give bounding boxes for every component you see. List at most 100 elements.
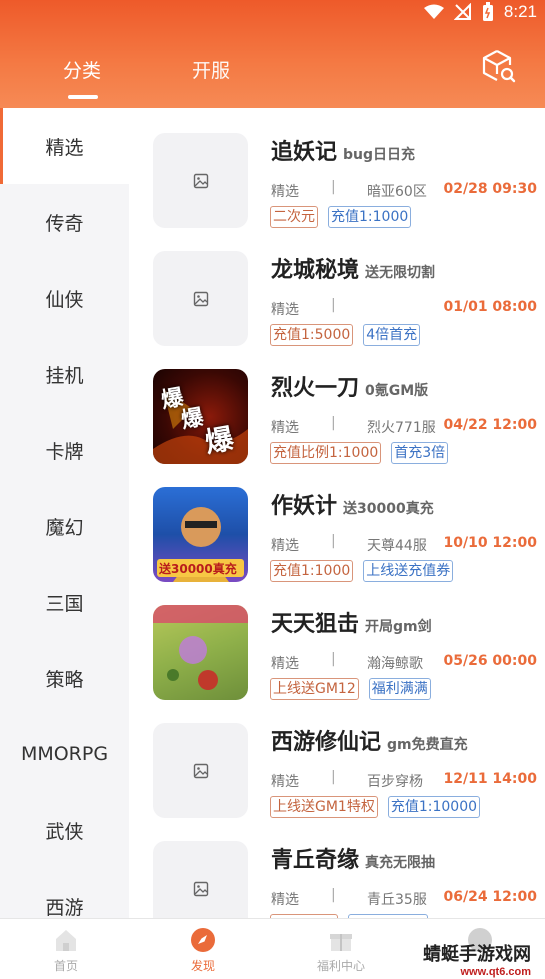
game-name: 天天狙击: [271, 612, 360, 637]
nav-discover[interactable]: 发现: [163, 927, 243, 974]
game-server: 青丘35服: [367, 892, 427, 908]
tag: 上线送GM1特权: [270, 796, 378, 818]
game-subtitle: gm免费直充: [387, 737, 468, 753]
game-category: 精选: [271, 774, 299, 790]
game-thumbnail: 爆 爆 爆: [153, 369, 248, 464]
sidebar-item-legend[interactable]: 传奇: [0, 184, 129, 260]
open-time: 02/28 09:30: [443, 181, 537, 197]
game-server: 暗亚60区: [367, 184, 427, 200]
sidebar-item-three-kingdoms[interactable]: 三国: [0, 564, 129, 640]
game-subtitle: 开局gm剑: [365, 619, 432, 635]
game-thumbnail: [153, 251, 248, 346]
game-search-icon[interactable]: [481, 48, 517, 84]
nav-home[interactable]: 首页: [26, 927, 106, 974]
status-time: 8:21: [503, 2, 537, 21]
sidebar-item-label: 三国: [45, 592, 84, 615]
open-time: 05/26 00:00: [443, 653, 537, 669]
tab-category[interactable]: 分类: [63, 56, 101, 83]
game-title: 青丘奇缘 真充无限抽: [271, 842, 435, 874]
game-item[interactable]: 追妖记 bug日日充 精选 | 暗亚60区 02/28 09:30 二次元 充值1…: [129, 108, 545, 228]
sidebar-item-strategy[interactable]: 策略: [0, 640, 129, 716]
game-title: 西游修仙记 gm免费直充: [271, 724, 468, 756]
tag: 充值1:1000: [328, 206, 412, 228]
game-item[interactable]: 青丘奇缘 真充无限抽 精选 | 青丘35服 06/24 12:00: [129, 816, 545, 918]
tag-group: 充值1:1000 上线送充值券: [270, 560, 454, 582]
game-name: 龙城秘境: [271, 258, 360, 283]
game-item[interactable]: 天天狙击 开局gm剑 精选 | 瀚海鲸歌 05/26 00:00 上线送GM12 …: [129, 580, 545, 700]
game-category: 精选: [271, 538, 299, 554]
tag-group: 二次元 充值1:1000: [270, 206, 412, 228]
nav-label: 发现: [190, 959, 215, 973]
game-subtitle: 送无限切割: [365, 265, 436, 281]
divider: |: [331, 533, 336, 549]
sidebar-item-label: 挂机: [45, 364, 84, 387]
game-subtitle: 真充无限抽: [365, 855, 436, 871]
tag: 首充3倍: [391, 442, 449, 464]
game-category: 精选: [271, 656, 299, 672]
nav-welfare-center[interactable]: 福利中心: [301, 927, 381, 974]
game-thumbnail: [153, 133, 248, 228]
sidebar-item-label: MMORPG: [20, 743, 109, 765]
game-name: 青丘奇缘: [271, 848, 360, 873]
game-thumbnail: [153, 723, 248, 818]
sidebar-item-idle[interactable]: 挂机: [0, 336, 129, 412]
tag: 充值比例1:1000: [270, 442, 382, 464]
sidebar-item-xianxia[interactable]: 仙侠: [0, 260, 129, 336]
image-placeholder-icon: [193, 763, 208, 778]
game-category: 精选: [271, 420, 299, 436]
game-server: 百步穿杨: [367, 774, 423, 790]
open-time: 04/22 12:00: [443, 417, 537, 433]
sidebar-item-card[interactable]: 卡牌: [0, 412, 129, 488]
game-title: 烈火一刀 0氪GM版: [271, 370, 428, 402]
game-category: 精选: [271, 892, 299, 908]
game-item[interactable]: 送30000真充 作妖计 送30000真充 精选 | 天尊44服 10/10 12…: [129, 462, 545, 582]
divider: |: [331, 297, 336, 313]
tag-group: 上线送GM1特权 充值1:10000: [270, 796, 481, 818]
divider: |: [331, 651, 336, 667]
game-subtitle: 送30000真充: [343, 501, 434, 517]
image-placeholder-icon: [193, 173, 208, 188]
tag-group: 充值1:5000 4倍首充: [270, 324, 421, 346]
tab-server-open[interactable]: 开服: [192, 56, 230, 83]
watermark: 蜻蜓手游戏网 www.qt6.com: [423, 940, 531, 978]
nav-label: 首页: [53, 959, 78, 973]
game-title: 天天狙击 开局gm剑: [271, 606, 432, 638]
watermark-url: www.qt6.com: [460, 966, 532, 978]
game-item[interactable]: 西游修仙记 gm免费直充 精选 | 百步穿杨 12/11 14:00 上线送GM1…: [129, 698, 545, 818]
open-time: 10/10 12:00: [443, 535, 537, 551]
game-name: 西游修仙记: [271, 730, 382, 755]
sidebar-item-featured[interactable]: 精选: [0, 108, 129, 184]
open-time: 12/11 14:00: [443, 771, 537, 787]
sidebar-item-label: 仙侠: [45, 288, 84, 311]
game-category: 精选: [271, 302, 299, 318]
tag: 福利满满: [368, 678, 431, 700]
tag: 上线送充值券: [363, 560, 454, 582]
sidebar-item-label: 策略: [45, 668, 84, 691]
game-title: 追妖记 bug日日充: [271, 134, 415, 166]
sidebar-item-journey-west[interactable]: 西游: [0, 868, 129, 919]
tag-group: 充值比例1:1000 首充3倍: [270, 442, 449, 464]
image-placeholder-icon: [193, 291, 208, 306]
open-time: 01/01 08:00: [443, 299, 537, 315]
open-time: 06/24 12:00: [443, 889, 537, 905]
sidebar-item-fantasy[interactable]: 魔幻: [0, 488, 129, 564]
tag: 上线送GM12: [270, 678, 359, 700]
game-thumbnail: 送30000真充: [153, 487, 248, 582]
sidebar-item-label: 魔幻: [45, 516, 84, 539]
game-item[interactable]: 爆 爆 爆 烈火一刀 0氪GM版 精选 | 烈火771服 04/22 12:00 …: [129, 344, 545, 464]
status-bar: 8:21: [0, 0, 545, 26]
game-title: 作妖计 送30000真充: [271, 488, 434, 520]
sidebar-item-wuxia[interactable]: 武侠: [0, 792, 129, 868]
divider: |: [331, 769, 336, 785]
game-title: 龙城秘境 送无限切割: [271, 252, 435, 284]
game-name: 烈火一刀: [271, 376, 360, 401]
tag: 4倍首充: [363, 324, 421, 346]
game-item[interactable]: 龙城秘境 送无限切割 精选 | 01/01 08:00 充值1:5000 4倍首充: [129, 226, 545, 346]
tag: 二次元: [270, 206, 318, 228]
divider: |: [331, 887, 336, 903]
sidebar-item-mmorpg[interactable]: MMORPG: [0, 716, 129, 792]
no-signal-icon: [453, 3, 471, 20]
divider: |: [331, 179, 336, 195]
game-name: 作妖计: [271, 494, 338, 519]
game-list: 追妖记 bug日日充 精选 | 暗亚60区 02/28 09:30 二次元 充值1…: [129, 108, 545, 918]
